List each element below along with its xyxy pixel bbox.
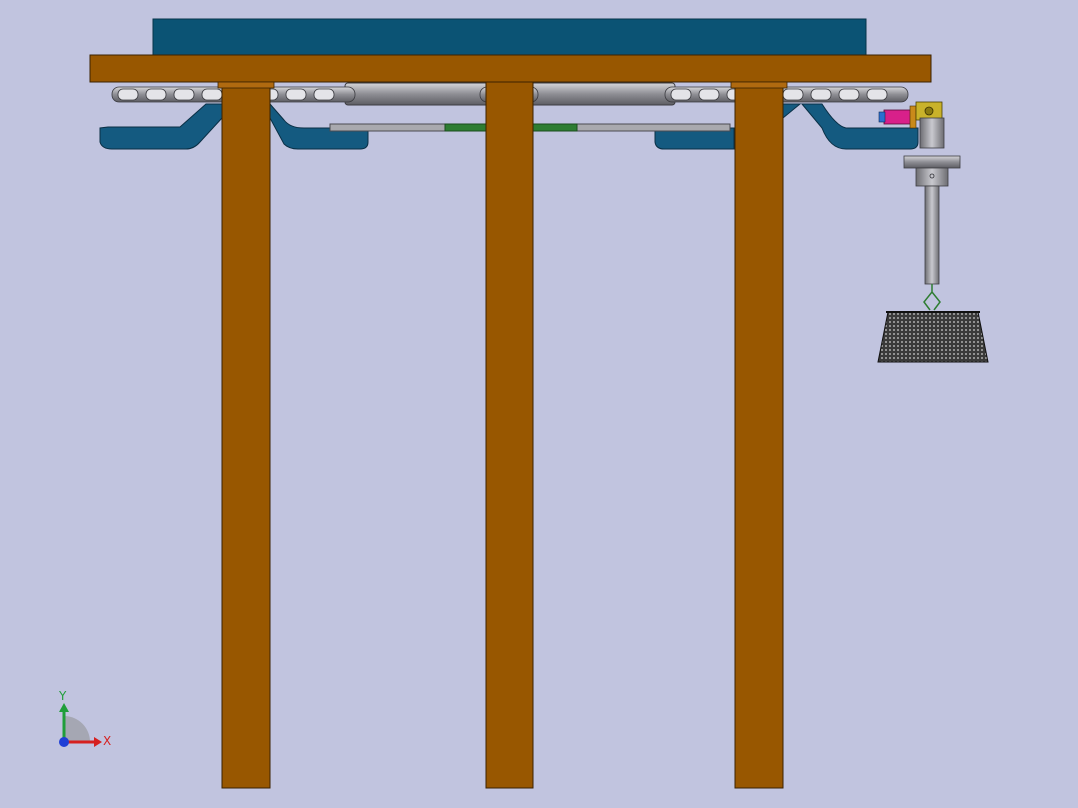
top-panel — [152, 18, 867, 58]
vertical-housing — [919, 117, 945, 149]
y-axis-arrow — [59, 703, 69, 712]
housing-flange — [903, 155, 961, 169]
leg-cap-right — [730, 81, 788, 89]
x-axis-label: X — [103, 734, 111, 748]
leg-cap-left — [217, 81, 275, 89]
triad-arc — [64, 716, 90, 742]
leg-right — [734, 81, 784, 789]
z-axis-dot — [59, 737, 69, 747]
vertical-rod — [924, 185, 940, 285]
clamp-bolt-icon — [924, 106, 934, 116]
wire-hook — [923, 284, 941, 311]
spring-actuator — [883, 109, 915, 125]
actuator-washer — [909, 105, 917, 129]
mesh-basket — [877, 311, 989, 363]
axis-triad: Y X — [58, 689, 111, 748]
x-axis-arrow — [94, 737, 102, 747]
y-axis-label: Y — [58, 689, 67, 703]
cad-viewport[interactable]: Y X — [0, 0, 1078, 808]
actuator-nut — [878, 111, 886, 123]
leg-center — [485, 81, 534, 789]
top-plank — [89, 54, 932, 83]
chain-right — [664, 86, 909, 103]
leg-left — [221, 81, 271, 789]
housing-collar — [915, 167, 949, 187]
